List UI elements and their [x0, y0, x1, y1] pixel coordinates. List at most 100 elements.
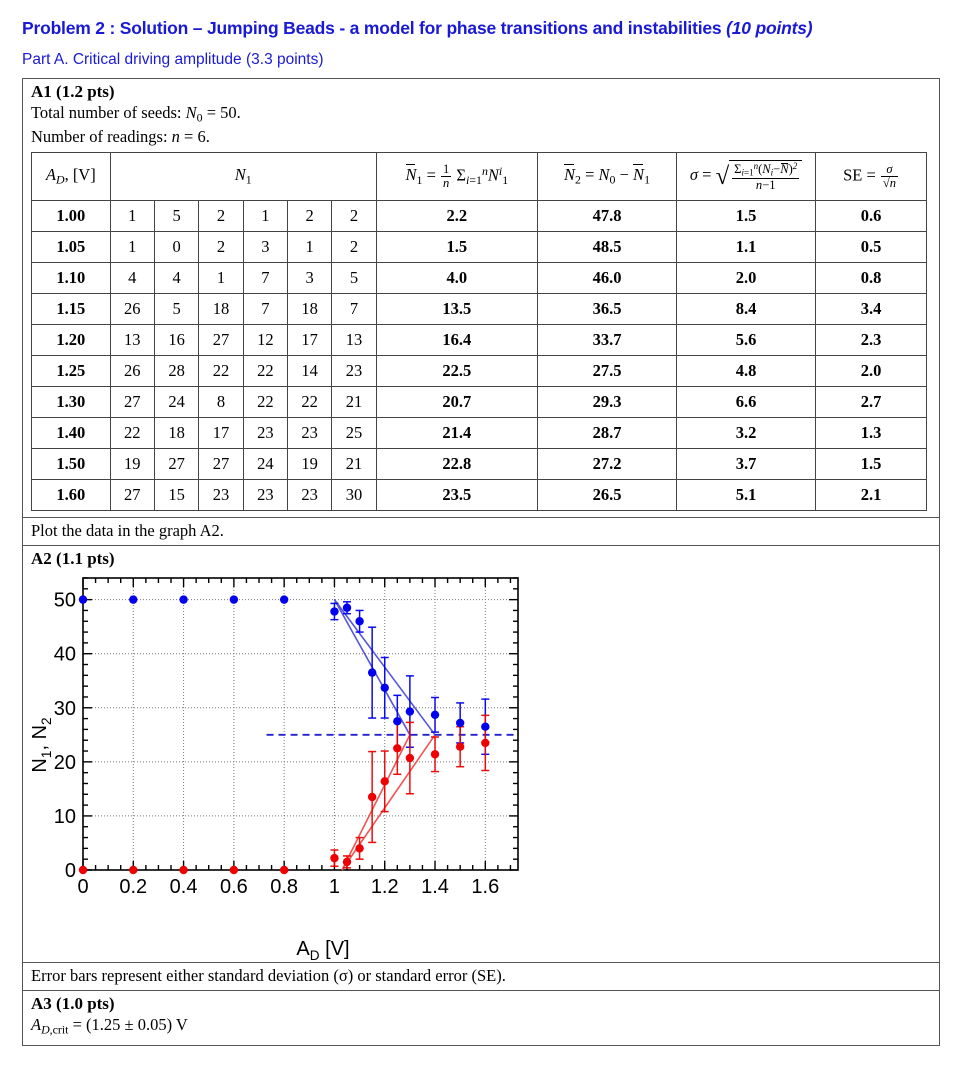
cell-reading: 22 — [286, 385, 333, 418]
cell-reading: 18 — [153, 416, 200, 449]
y-tick-label: 10 — [54, 805, 76, 827]
data-point-N2 — [330, 606, 339, 616]
cell-reading: 0 — [153, 230, 200, 263]
cell-reading: 27 — [109, 385, 155, 418]
table-row: 1.25 26 28 22 22 14 23 22.5 27.5 4.8 2.0 — [31, 354, 927, 387]
cell-reading: 3 — [286, 261, 333, 294]
cell-reading: 17 — [198, 416, 244, 449]
table-row: 1.50 19 27 27 24 19 21 22.8 27.2 3.7 1.5 — [31, 447, 927, 480]
cell-mean2: 33.7 — [536, 323, 678, 356]
cell-reading: 19 — [286, 447, 333, 480]
cell-reading: 19 — [109, 447, 155, 480]
cell-mean2: 26.5 — [536, 478, 678, 511]
x-tick-label: 0.8 — [270, 876, 298, 898]
a1-total-seeds: Total number of seeds: N0 = 50. — [23, 103, 939, 127]
cell-mean1: 2.2 — [375, 199, 538, 232]
cell-sigma: 1.1 — [676, 230, 817, 263]
measurements-table: AD, [V] N1 N1 = 1n Σi=1nNi1 N2 = N0 − N1 — [31, 152, 927, 511]
cell-reading: 15 — [153, 478, 200, 511]
col-header-se: SE = σ √n — [815, 152, 927, 201]
table-row: 1.00 1 5 2 1 2 2 2.2 47.8 1.5 0.6 — [31, 199, 927, 232]
cell-sigma: 5.6 — [676, 323, 817, 356]
cell-reading: 27 — [109, 478, 155, 511]
data-point-N1 — [179, 865, 188, 874]
a3-label: A3 (1.0 pts) — [31, 993, 115, 1013]
data-point-N2 — [342, 603, 352, 612]
section-a2: A2 (1.1 pts) 0 0.2 0.4 0.6 0.8 1 1.2 1.4 1.6 0 10 2… — [22, 545, 940, 991]
cell-reading: 17 — [286, 323, 333, 356]
cell-amplitude: 1.00 — [31, 199, 111, 232]
data-point-N1 — [405, 753, 415, 762]
cell-amplitude: 1.40 — [31, 416, 111, 449]
cell-se: 0.6 — [815, 199, 927, 232]
cell-sigma: 4.8 — [676, 354, 817, 387]
data-point-N2 — [405, 706, 415, 716]
data-point-N1 — [481, 738, 490, 747]
tick-labels: 0 0.2 0.4 0.6 0.8 1 1.2 1.4 1.6 0 10 20 30 40 50 — [54, 589, 499, 897]
cell-reading: 22 — [198, 354, 244, 387]
cell-reading: 27 — [198, 447, 244, 480]
page-title: Problem 2 : Solution – Jumping Beads - a… — [22, 18, 950, 39]
cell-amplitude: 1.50 — [31, 447, 111, 480]
cell-mean1: 4.0 — [375, 261, 538, 294]
cell-reading: 23 — [242, 478, 288, 511]
data-point-N2 — [229, 594, 239, 604]
table-row: 1.60 27 15 23 23 23 30 23.5 26.5 5.1 2.1 — [31, 478, 927, 511]
cell-reading: 26 — [109, 292, 155, 325]
cell-reading: 3 — [242, 230, 288, 263]
y-tick-label: 30 — [54, 697, 76, 719]
data-point-N1 — [380, 776, 389, 786]
cell-sigma: 6.6 — [676, 385, 817, 418]
cell-reading: 1 — [109, 230, 155, 263]
table-row: 1.40 22 18 17 23 23 25 21.4 28.7 3.2 1.3 — [31, 416, 927, 449]
a2-caption: Error bars represent either standard dev… — [23, 961, 939, 990]
cell-reading: 13 — [331, 323, 377, 356]
cell-reading: 27 — [198, 323, 244, 356]
cell-sigma: 8.4 — [676, 292, 817, 325]
cell-reading: 2 — [331, 199, 377, 232]
data-point-N2 — [481, 722, 490, 731]
cell-reading: 2 — [198, 199, 244, 232]
data-point-N2 — [355, 616, 364, 625]
cell-reading: 22 — [242, 354, 288, 387]
cell-amplitude: 1.30 — [31, 385, 111, 418]
cell-amplitude: 1.05 — [31, 230, 111, 263]
a1-plot-note: Plot the data in the graph A2. — [23, 516, 939, 545]
cell-mean2: 27.2 — [536, 447, 678, 480]
scatter-plot-svg: 0 0.2 0.4 0.6 0.8 1 1.2 1.4 1.6 0 10 20 30 40 50 AD [V… — [29, 576, 519, 962]
cell-reading: 1 — [286, 230, 333, 263]
cell-reading: 8 — [198, 385, 244, 418]
cell-mean1: 23.5 — [375, 478, 538, 511]
section-a3: A3 (1.0 pts) AD,crit = (1.25 ± 0.05) V — [22, 990, 940, 1046]
a1-total-seeds-text: Total number of seeds: — [31, 103, 182, 122]
data-point-N2 — [393, 716, 402, 726]
cell-reading: 1 — [109, 199, 155, 232]
x-tick-label: 0.6 — [220, 876, 248, 898]
y-tick-label: 20 — [54, 751, 76, 773]
cell-reading: 2 — [198, 230, 244, 263]
section-a1: A1 (1.2 pts) Total number of seeds: N0 =… — [22, 78, 940, 546]
cell-reading: 22 — [242, 385, 288, 418]
data-point-N1 — [342, 857, 352, 866]
y-tick-label: 50 — [54, 589, 76, 611]
cell-mean2: 48.5 — [536, 230, 678, 263]
data-point-N1 — [279, 865, 289, 874]
cell-reading: 14 — [286, 354, 333, 387]
cell-reading: 5 — [331, 261, 377, 294]
problem-points: (10 points) — [726, 18, 813, 38]
y-axis-label: N1, N2 — [29, 717, 54, 772]
cell-reading: 26 — [109, 354, 155, 387]
cell-sigma: 2.0 — [676, 261, 817, 294]
cell-reading: 16 — [153, 323, 200, 356]
cell-amplitude: 1.10 — [31, 261, 111, 294]
red-fit-1 — [341, 733, 411, 870]
cell-reading: 24 — [242, 447, 288, 480]
cell-reading: 18 — [198, 292, 244, 325]
col-header-mean2: N2 = N0 − N1 — [536, 152, 678, 201]
data-point-N2 — [380, 683, 389, 692]
data-point-N2 — [129, 594, 138, 604]
table-row: 1.30 27 24 8 22 22 21 20.7 29.3 6.6 2.7 — [31, 385, 927, 418]
cell-mean1: 13.5 — [375, 292, 538, 325]
cell-reading: 2 — [331, 230, 377, 263]
cell-se: 2.0 — [815, 354, 927, 387]
